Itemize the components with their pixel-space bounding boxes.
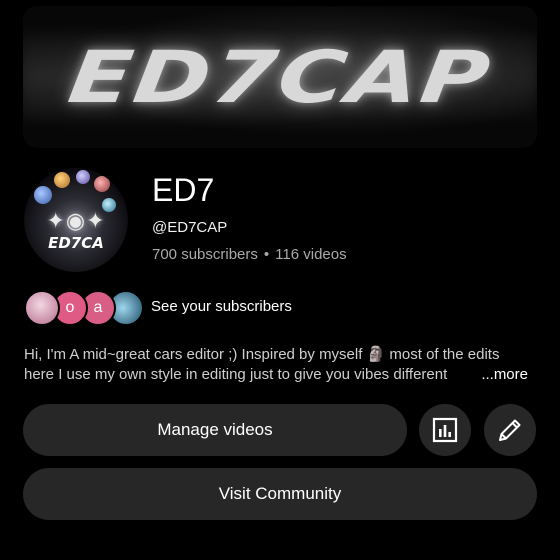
analytics-button[interactable] [419,404,471,456]
edit-button[interactable] [484,404,536,456]
manage-videos-button[interactable]: Manage videos [23,404,407,456]
channel-banner: ED7CAP [23,6,537,148]
avatar-decoration [54,172,70,188]
visit-community-button[interactable]: Visit Community [23,468,537,520]
analytics-icon [432,417,458,443]
see-subscribers-link[interactable]: See your subscribers [151,298,292,315]
avatar-decoration [94,176,110,192]
channel-handle: @ED7CAP [152,219,228,236]
subscriber-avatar [24,290,60,326]
channel-avatar[interactable]: ✦◉✦ ED7CA [24,168,128,272]
avatar-decoration [76,170,90,184]
manage-videos-label: Manage videos [157,420,273,439]
banner-title: ED7CAP [63,35,497,120]
avatar-decoration [34,186,52,204]
video-count: 116 videos [275,246,347,263]
stats-separator: • [263,246,270,263]
description-line-wrap: here I use my own style in editing just … [24,365,534,385]
channel-name: ED7 [152,172,215,208]
avatar-text: ED7CA [48,234,104,252]
channel-description[interactable]: Hi, I'm A mid~great cars editor ;) Inspi… [24,345,534,385]
avatar-emblem-icon: ✦◉✦ [46,208,106,233]
description-line: here I use my own style in editing just … [24,366,448,383]
description-line: Hi, I'm A mid~great cars editor ;) Inspi… [24,346,500,363]
subscribers-row[interactable]: o a See your subscribers [24,290,524,326]
visit-community-label: Visit Community [218,484,342,503]
pencil-icon [499,419,521,441]
more-link[interactable]: ...more [451,365,528,385]
channel-stats: 700 subscribers • 116 videos [152,246,347,263]
subscriber-count: 700 subscribers [152,246,258,263]
